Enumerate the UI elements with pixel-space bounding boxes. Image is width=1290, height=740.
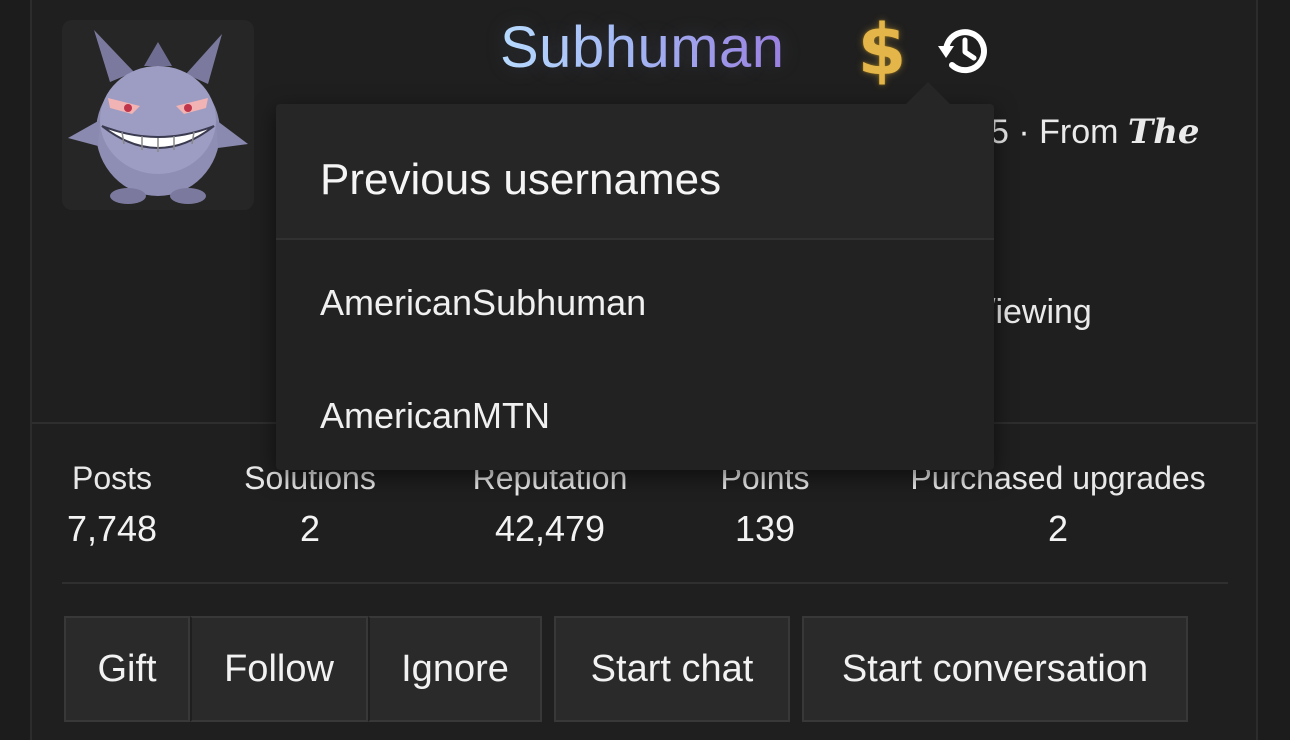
stat-reputation[interactable]: Reputation 42,479	[450, 458, 650, 552]
gift-button[interactable]: Gift	[64, 616, 190, 722]
start-conversation-button[interactable]: Start conversation	[802, 616, 1188, 722]
popup-title: Previous usernames	[320, 155, 722, 204]
stat-value: 2	[299, 508, 321, 549]
avatar[interactable]	[62, 20, 254, 210]
avatar-image	[68, 30, 248, 204]
stat-purchased-upgrades[interactable]: Purchased upgrades 2	[888, 458, 1228, 552]
previous-username-item: AmericanMTN	[320, 395, 551, 436]
profile-location[interactable]: The	[1128, 112, 1200, 152]
previous-usernames-popup: Previous usernames AmericanSubhuman Amer…	[276, 104, 994, 470]
dollar-icon[interactable]: $	[852, 8, 912, 92]
stat-points[interactable]: Points 139	[700, 458, 830, 552]
divider	[62, 582, 1228, 584]
stat-value: 42,479	[494, 508, 606, 549]
stat-solutions[interactable]: Solutions 2	[230, 458, 390, 552]
profile-status: /iewing	[986, 293, 1092, 331]
stat-value: 7,748	[66, 508, 158, 549]
previous-username-item: AmericanSubhuman	[320, 282, 647, 323]
history-icon[interactable]	[936, 22, 994, 80]
stat-posts[interactable]: Posts 7,748	[48, 458, 176, 552]
start-chat-button[interactable]: Start chat	[554, 616, 790, 722]
popup-header: Previous usernames	[276, 104, 994, 240]
follow-button[interactable]: Follow	[190, 616, 368, 722]
ignore-button[interactable]: Ignore	[368, 616, 542, 722]
profile-meta-text: 5 · From	[990, 113, 1128, 151]
profile-meta: 5 · From The	[990, 110, 1200, 154]
username[interactable]: Subhuman	[500, 8, 785, 88]
stat-value: 139	[734, 508, 796, 549]
popup-arrow	[906, 82, 950, 104]
stat-label: Posts	[71, 460, 153, 496]
stat-value: 2	[1047, 508, 1069, 549]
action-button-group: Gift Follow Ignore	[64, 616, 542, 722]
